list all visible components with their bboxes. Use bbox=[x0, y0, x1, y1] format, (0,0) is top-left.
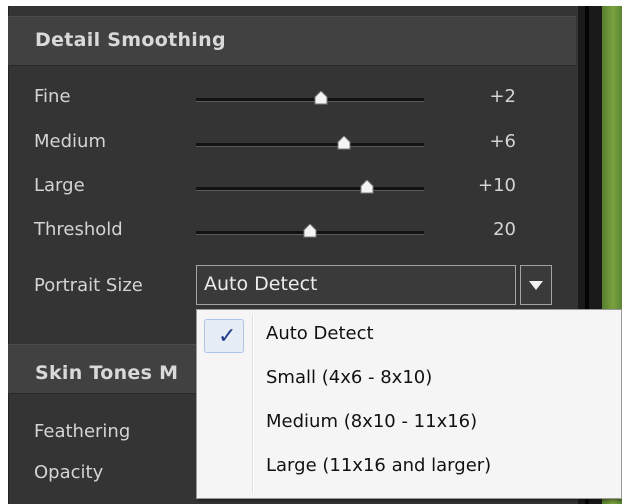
skin-softener-panel: Detail Smoothing Fine +2 Medium +6 Large… bbox=[0, 0, 622, 504]
threshold-label: Threshold bbox=[34, 219, 123, 240]
portrait-size-selected-value: Auto Detect bbox=[204, 273, 318, 295]
check-frame: ✓ bbox=[204, 319, 244, 353]
slider-thumb[interactable] bbox=[314, 91, 328, 105]
slider-thumb[interactable] bbox=[303, 224, 317, 238]
fine-value: +2 bbox=[489, 86, 516, 107]
menu-option-label: Small (4x6 - 8x10) bbox=[266, 367, 433, 388]
chevron-down-icon bbox=[529, 281, 543, 290]
portrait-size-select[interactable]: Auto Detect bbox=[196, 265, 516, 305]
fine-slider[interactable] bbox=[196, 90, 424, 110]
medium-value: +6 bbox=[489, 131, 516, 152]
portrait-size-label: Portrait Size bbox=[34, 275, 143, 296]
slider-track bbox=[196, 143, 424, 147]
medium-slider[interactable] bbox=[196, 135, 424, 155]
threshold-slider[interactable] bbox=[196, 223, 424, 243]
fine-label: Fine bbox=[34, 86, 71, 107]
opacity-label: Opacity bbox=[34, 462, 104, 483]
feathering-label: Feathering bbox=[34, 421, 131, 442]
portrait-size-menu: ✓ Auto Detect Small (4x6 - 8x10) Medium … bbox=[196, 309, 622, 499]
slider-thumb[interactable] bbox=[337, 136, 351, 150]
slider-track bbox=[196, 98, 424, 102]
menu-option-auto-detect[interactable]: ✓ Auto Detect bbox=[200, 315, 618, 355]
menu-option-large[interactable]: Large (11x16 and larger) bbox=[200, 447, 618, 487]
slider-thumb[interactable] bbox=[360, 180, 374, 194]
menu-option-label: Large (11x16 and larger) bbox=[266, 455, 492, 476]
large-label: Large bbox=[34, 175, 85, 196]
large-slider[interactable] bbox=[196, 179, 424, 199]
medium-label: Medium bbox=[34, 131, 106, 152]
menu-option-medium[interactable]: Medium (8x10 - 11x16) bbox=[200, 403, 618, 443]
slider-track bbox=[196, 187, 424, 191]
checkmark-icon: ✓ bbox=[218, 324, 237, 349]
menu-option-label: Medium (8x10 - 11x16) bbox=[266, 411, 478, 432]
portrait-size-dropdown-button[interactable] bbox=[520, 265, 552, 305]
menu-option-label: Auto Detect bbox=[266, 323, 374, 344]
large-value: +10 bbox=[478, 175, 516, 196]
threshold-value: 20 bbox=[493, 219, 516, 240]
detail-smoothing-title: Detail Smoothing bbox=[35, 29, 226, 51]
detail-smoothing-header[interactable]: Detail Smoothing bbox=[8, 16, 576, 66]
menu-option-small[interactable]: Small (4x6 - 8x10) bbox=[200, 359, 618, 399]
skin-tones-title: Skin Tones M bbox=[35, 362, 179, 384]
